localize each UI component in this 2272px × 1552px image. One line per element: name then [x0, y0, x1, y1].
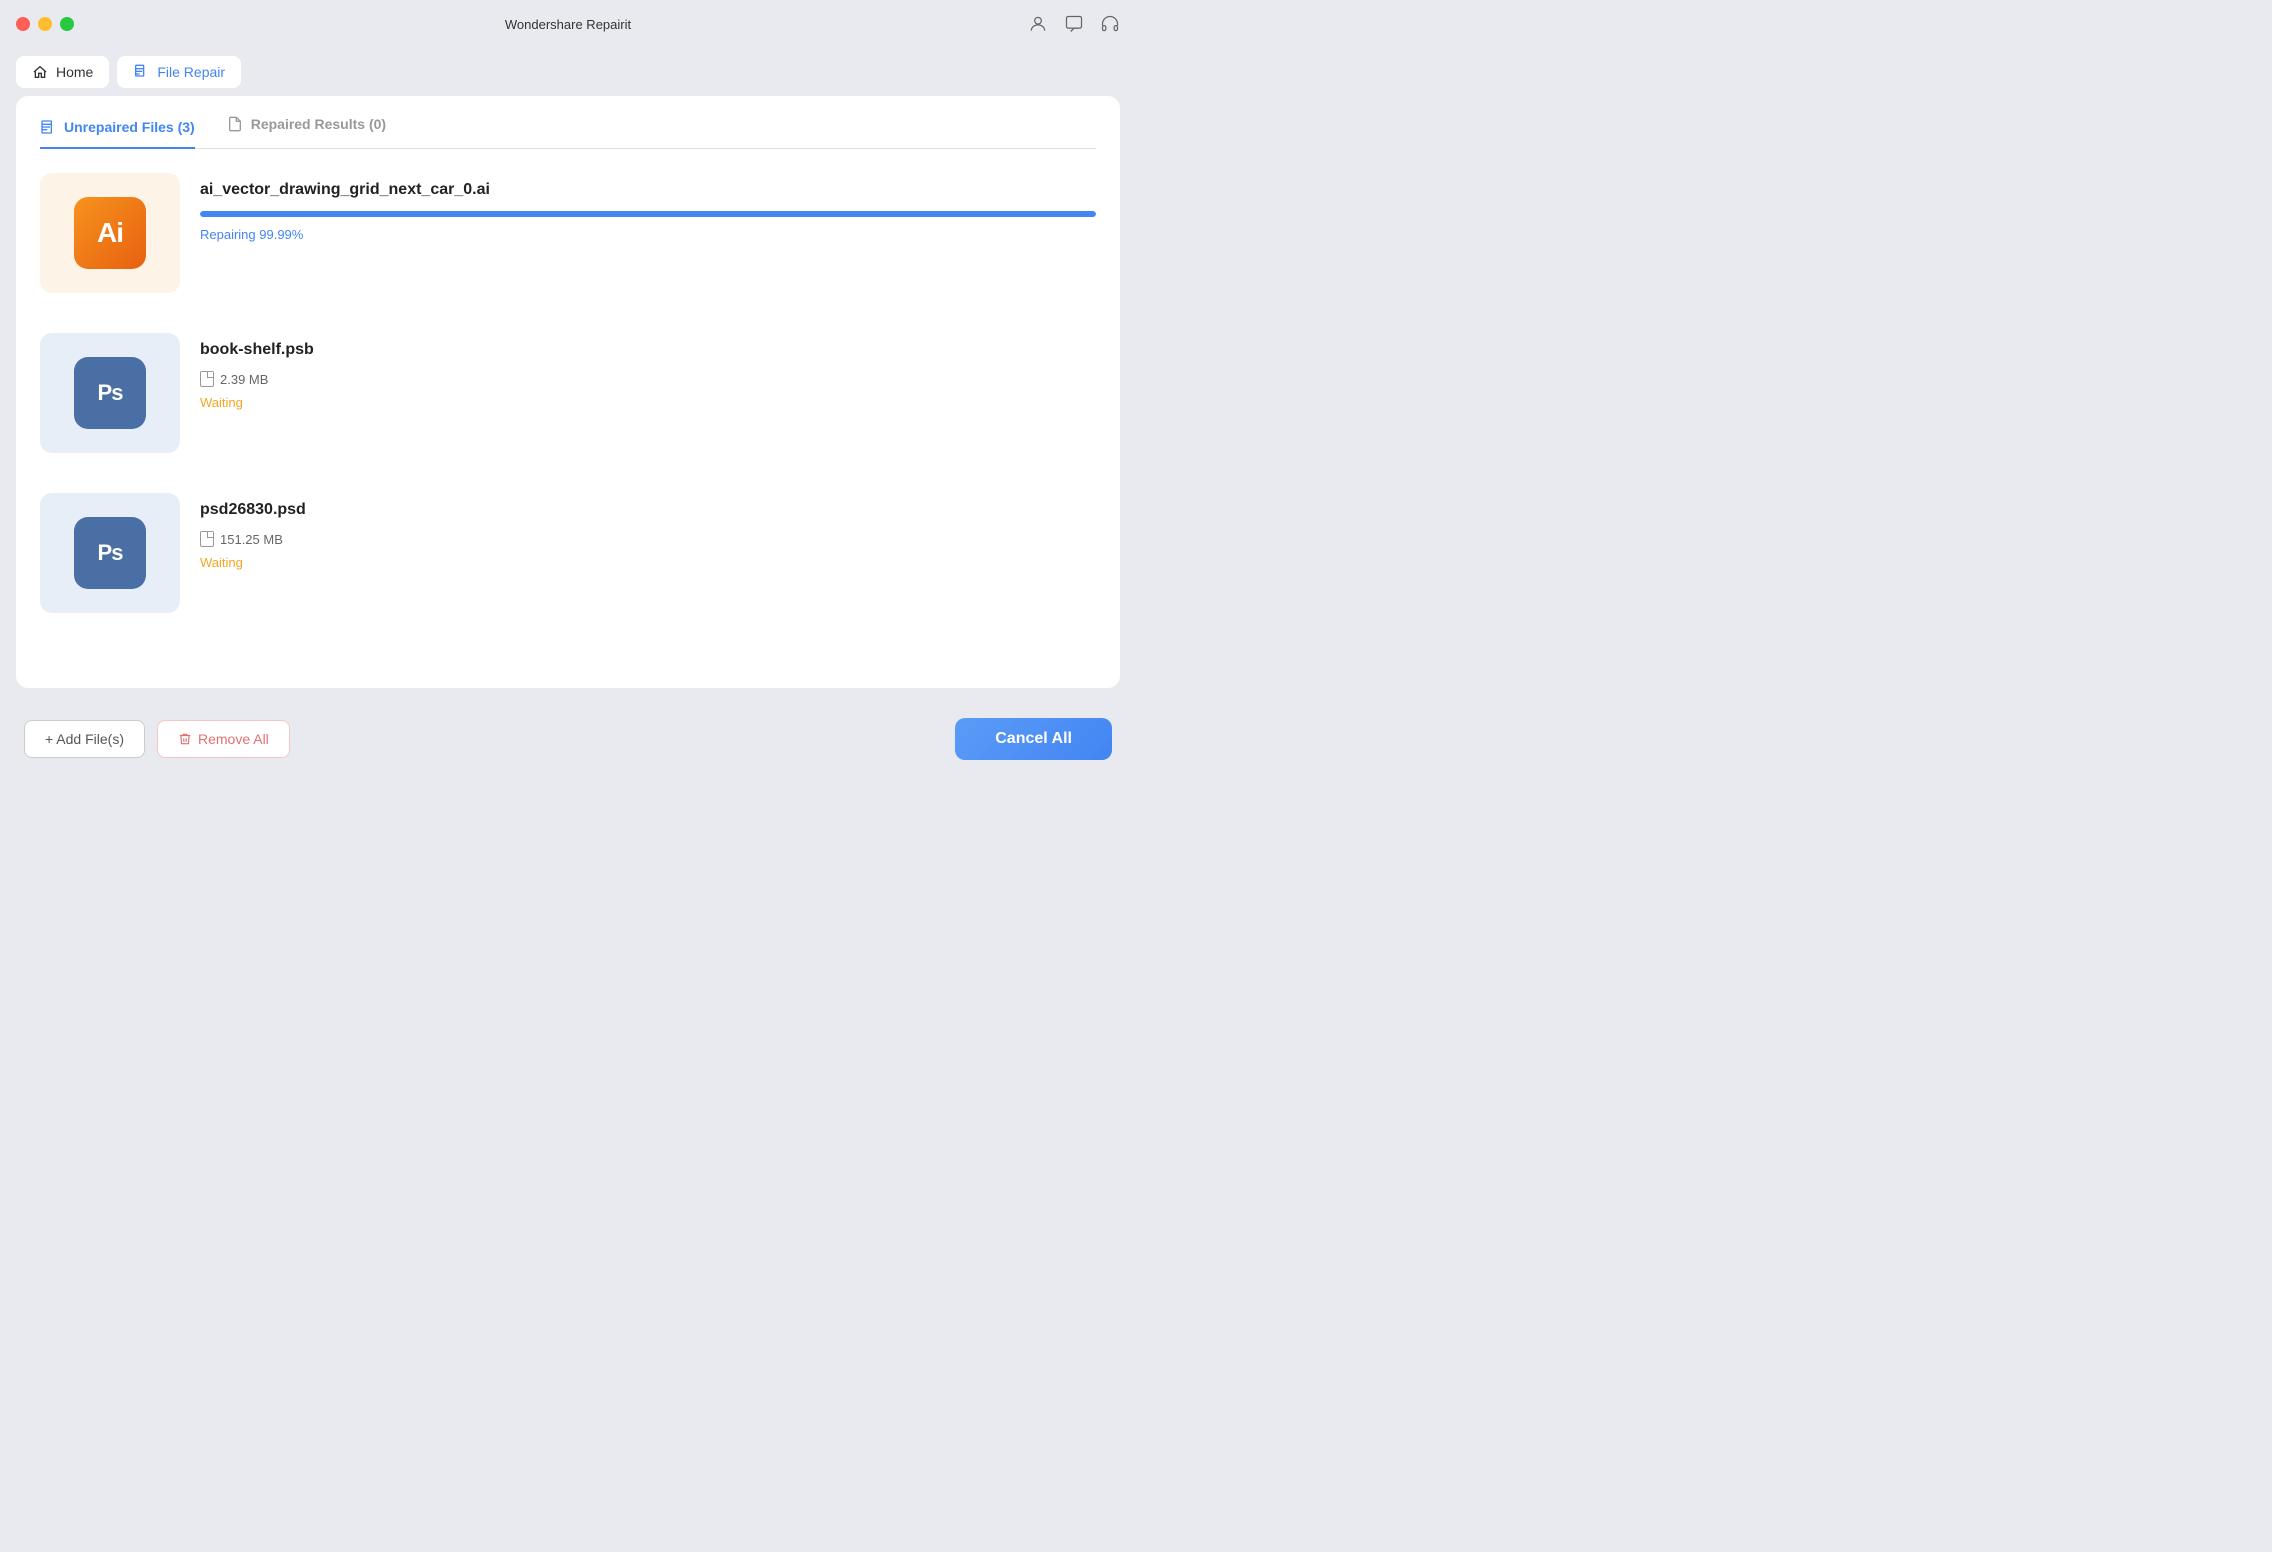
file-info-ps2: psd26830.psd 151.25 MB Waiting: [200, 493, 1096, 570]
headphone-icon[interactable]: [1100, 14, 1120, 34]
ps1-file-meta: 2.39 MB: [200, 371, 1096, 387]
file-icon-ai-container: Ai: [40, 173, 180, 293]
remove-all-button[interactable]: Remove All: [157, 720, 290, 758]
user-icon[interactable]: [1028, 14, 1048, 34]
repaired-tab[interactable]: Repaired Results (0): [227, 116, 386, 136]
file-icon-ps1-container: Ps: [40, 333, 180, 453]
ps1-icon-text: Ps: [98, 380, 123, 406]
progress-bar-fill: [200, 211, 1096, 217]
remove-all-label: Remove All: [198, 731, 269, 747]
repaired-tab-label: Repaired Results (0): [251, 116, 386, 132]
chat-icon[interactable]: [1064, 14, 1084, 34]
ps2-status: Waiting: [200, 555, 1096, 570]
repaired-icon: [227, 116, 243, 132]
main-content: Unrepaired Files (3) Repaired Results (0…: [16, 96, 1120, 688]
unrepaired-icon: [40, 119, 56, 135]
sub-tabs: Unrepaired Files (3) Repaired Results (0…: [40, 116, 1096, 149]
ps1-file-name: book-shelf.psb: [200, 341, 1096, 359]
app-title: Wondershare Repairit: [505, 17, 631, 32]
minimize-button[interactable]: [38, 17, 52, 31]
traffic-lights: [16, 17, 74, 31]
ps1-status: Waiting: [200, 395, 1096, 410]
file-small-icon: [200, 531, 214, 547]
ps1-file-icon: Ps: [74, 357, 146, 429]
title-bar-icons: [1028, 14, 1120, 34]
bottom-left-buttons: + Add File(s) Remove All: [24, 720, 290, 758]
ps1-file-size: 2.39 MB: [220, 372, 268, 387]
ps2-file-icon: Ps: [74, 517, 146, 589]
ai-icon-text: Ai: [97, 217, 123, 249]
add-files-button[interactable]: + Add File(s): [24, 720, 145, 758]
progress-bar-container: [200, 211, 1096, 217]
file-item: Ps book-shelf.psb 2.39 MB Waiting: [40, 333, 1096, 461]
ps2-file-name: psd26830.psd: [200, 501, 1096, 519]
maximize-button[interactable]: [60, 17, 74, 31]
ps2-file-size: 151.25 MB: [220, 532, 283, 547]
file-info-ai: ai_vector_drawing_grid_next_car_0.ai Rep…: [200, 173, 1096, 242]
close-button[interactable]: [16, 17, 30, 31]
home-tab-label: Home: [56, 64, 93, 80]
ai-status: Repairing 99.99%: [200, 227, 1096, 242]
bottom-bar: + Add File(s) Remove All Cancel All: [0, 702, 1136, 776]
title-bar: Wondershare Repairit: [0, 0, 1136, 48]
ps2-icon-text: Ps: [98, 540, 123, 566]
file-repair-tab[interactable]: File Repair: [117, 56, 241, 88]
home-tab[interactable]: Home: [16, 56, 109, 88]
ps2-file-meta: 151.25 MB: [200, 531, 1096, 547]
ai-file-name: ai_vector_drawing_grid_next_car_0.ai: [200, 181, 1096, 199]
file-item: Ai ai_vector_drawing_grid_next_car_0.ai …: [40, 173, 1096, 301]
trash-icon: [178, 732, 192, 746]
file-item: Ps psd26830.psd 151.25 MB Waiting: [40, 493, 1096, 621]
unrepaired-tab-label: Unrepaired Files (3): [64, 119, 195, 135]
home-icon: [32, 64, 48, 80]
file-info-ps1: book-shelf.psb 2.39 MB Waiting: [200, 333, 1096, 410]
nav-tabs: Home File Repair: [0, 48, 1136, 96]
file-repair-tab-label: File Repair: [157, 64, 225, 80]
file-repair-icon: [133, 64, 149, 80]
file-icon-ps2-container: Ps: [40, 493, 180, 613]
cancel-all-button[interactable]: Cancel All: [955, 718, 1112, 760]
file-small-icon: [200, 371, 214, 387]
ai-file-icon: Ai: [74, 197, 146, 269]
unrepaired-tab[interactable]: Unrepaired Files (3): [40, 116, 195, 149]
